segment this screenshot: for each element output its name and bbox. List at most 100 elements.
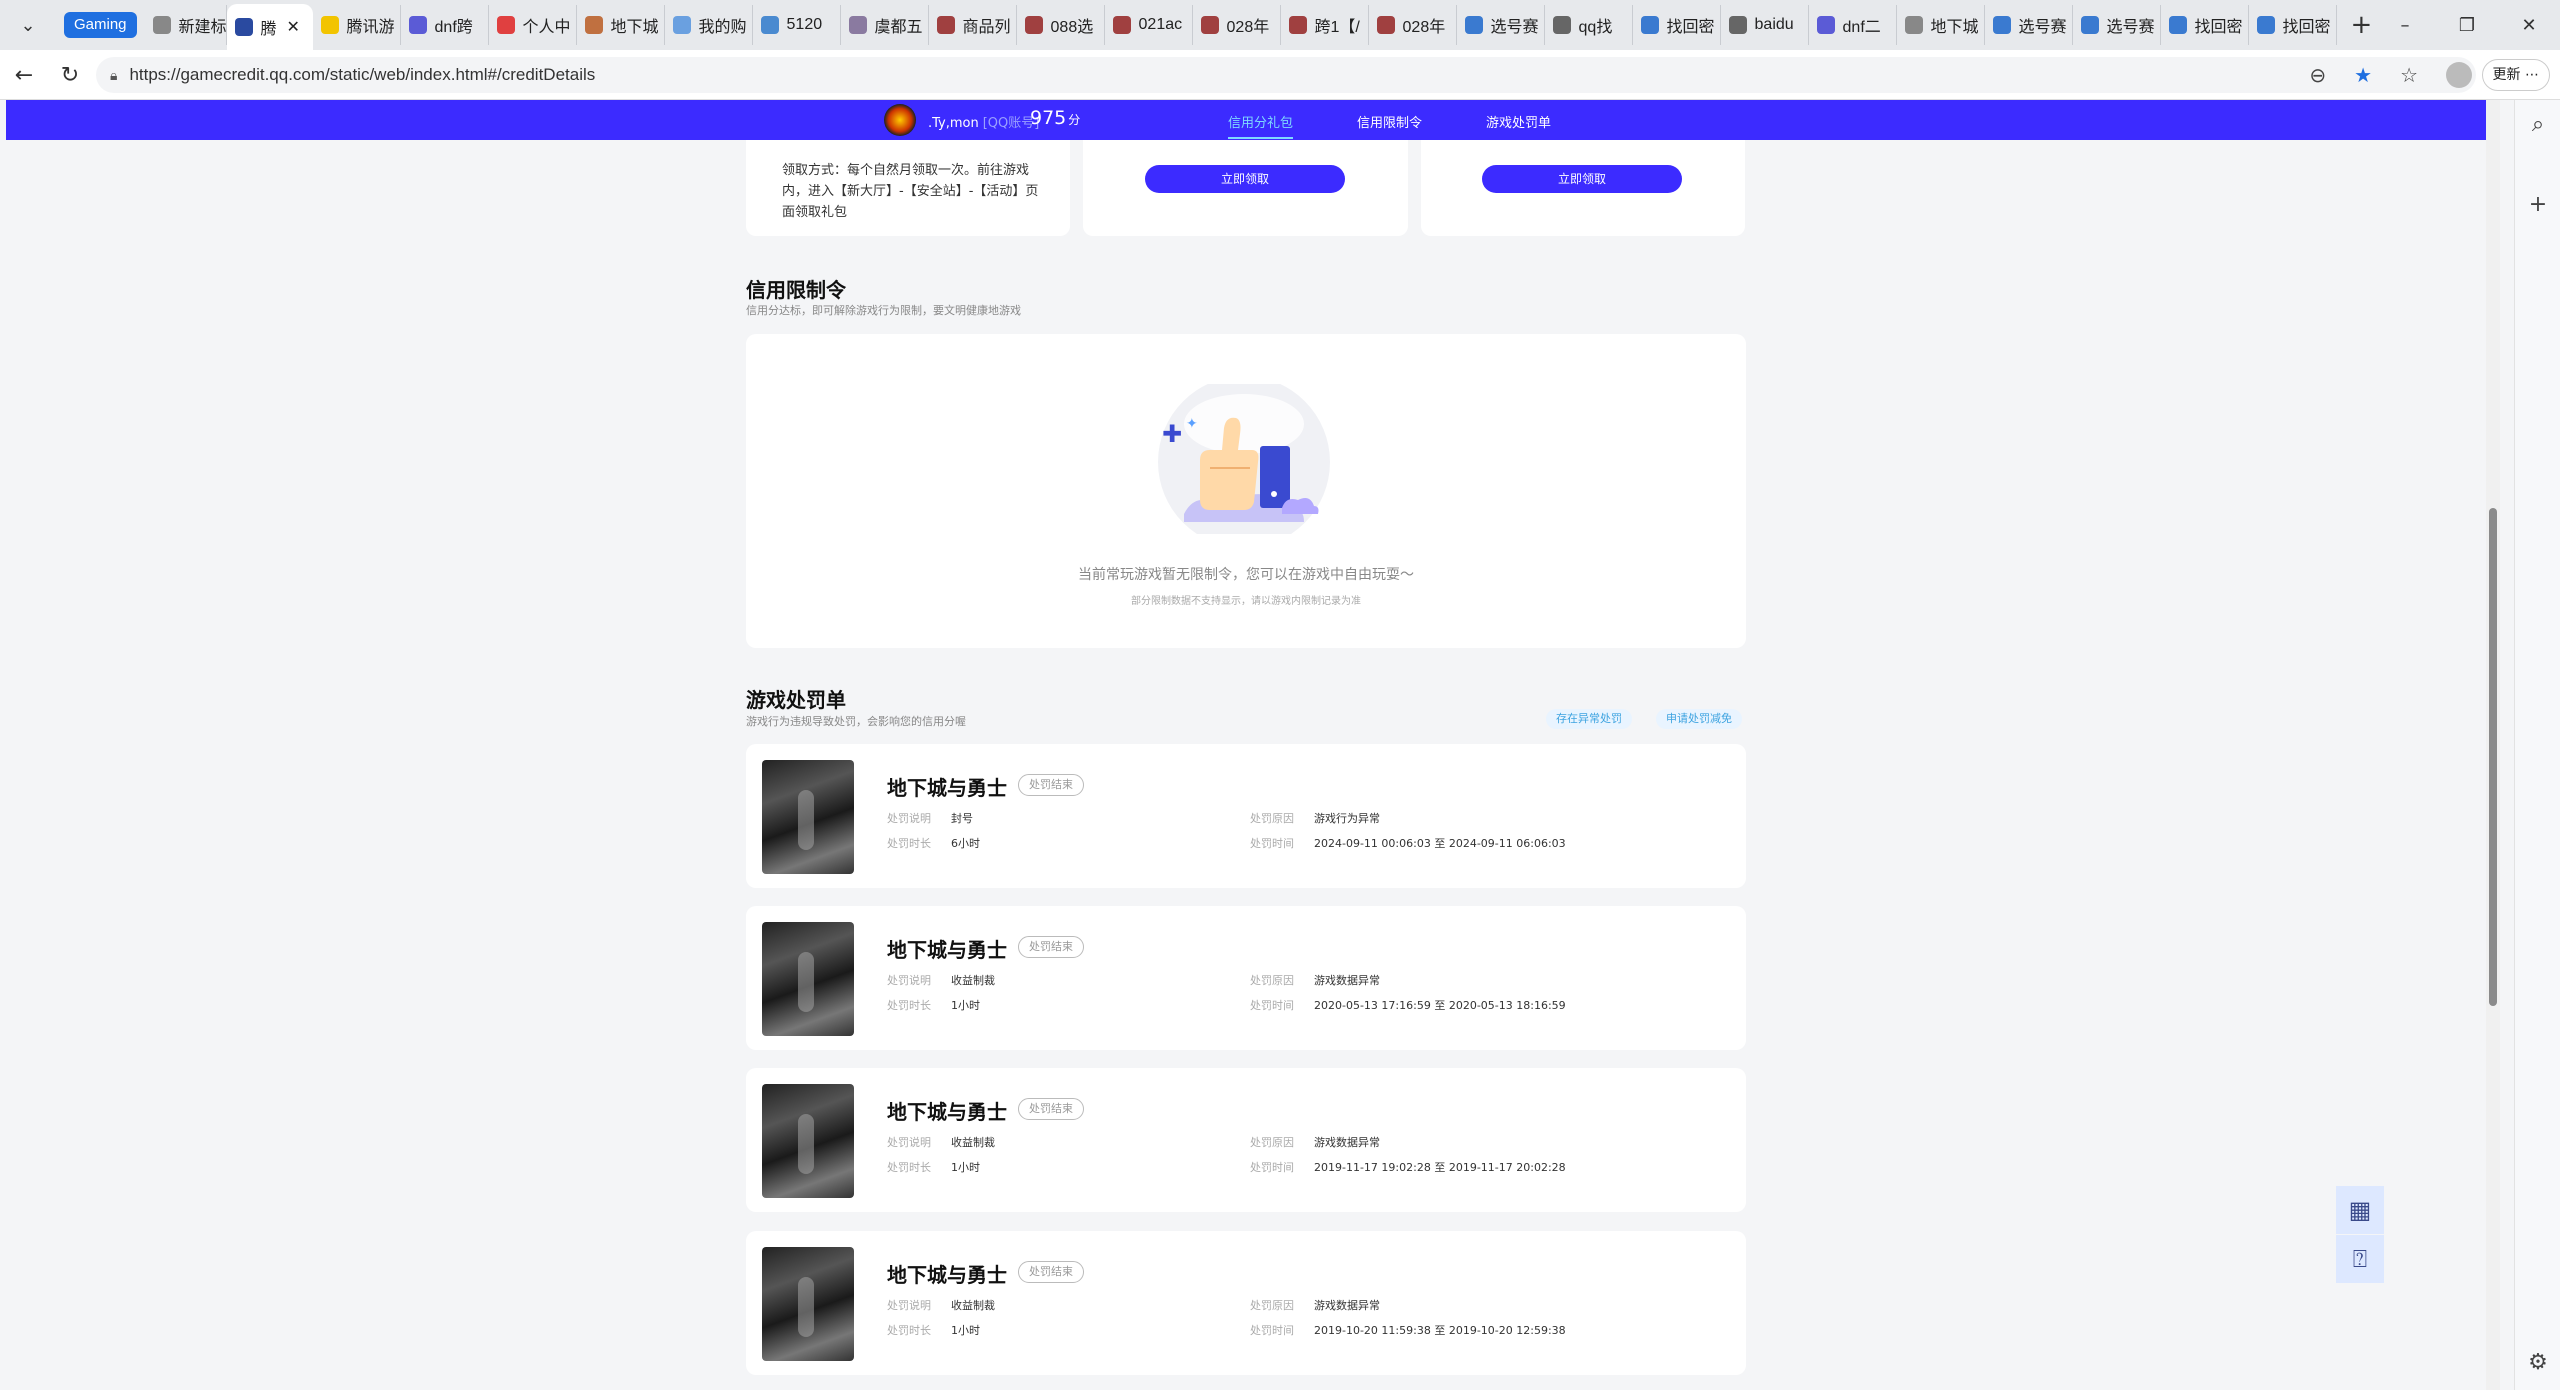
tab-label: 地下城 — [1930, 19, 1979, 36]
browser-tab[interactable]: dnf二 — [1809, 5, 1897, 45]
tab-label: dnf二 — [1842, 19, 1881, 36]
tab-favicon-icon — [760, 16, 779, 34]
browser-tab[interactable]: 找回密 — [2249, 5, 2337, 45]
tab-label: 腾 — [260, 21, 277, 38]
add-sidebar-plus-icon[interactable]: + — [2515, 192, 2560, 217]
new-tab-plus-icon[interactable]: + — [2351, 10, 2373, 40]
site-info-icon[interactable]: 🔒︎ — [110, 67, 117, 84]
browser-tab[interactable]: dnf跨 — [401, 5, 489, 45]
tab-label: 地下城 — [610, 19, 659, 36]
url-text: https://gamecredit.qq.com/static/web/ind… — [129, 65, 596, 84]
tab-label: 088选 — [1050, 19, 1094, 36]
claim-button[interactable]: 立即领取 — [1482, 165, 1682, 193]
browser-tab[interactable]: 地下城 — [577, 5, 665, 45]
exception-penalty-button[interactable]: 存在异常处罚 — [1546, 709, 1632, 729]
feedback-icon[interactable]: ⍰ — [2336, 1235, 2384, 1283]
kv-value: 1小时 — [951, 1161, 980, 1174]
browser-tab[interactable]: baidu — [1721, 5, 1809, 45]
browser-tab[interactable]: 虞都五 — [841, 5, 929, 45]
page-content: .Ty,mon [QQ账号] 975 分 信用分礼包 信用限制令 游戏处罚单 领取方… — [0, 100, 2486, 1390]
claim-button[interactable]: 立即领取 — [1145, 165, 1345, 193]
user-name: .Ty,mon — [928, 116, 979, 131]
favorite-star-icon[interactable]: ★ — [2354, 63, 2372, 87]
kv-value: 游戏行为异常 — [1314, 812, 1380, 825]
penalty-duration: 处罚时长 1小时 — [887, 997, 980, 1013]
tab-credit-gift[interactable]: 信用分礼包 — [1228, 112, 1294, 139]
kv-label: 处罚时长 — [887, 999, 931, 1012]
tab-label: 找回密 — [1666, 19, 1715, 36]
address-bar: ← ↻ 🔒︎ https://gamecredit.qq.com/static/… — [0, 50, 2560, 100]
page-scrollbar[interactable] — [2486, 100, 2500, 1390]
penalty-game-title: 地下城与勇士 — [887, 1100, 1007, 1124]
search-icon[interactable]: ⌕ — [2515, 112, 2560, 137]
browser-tab[interactable]: 商品列 — [929, 5, 1017, 45]
url-field[interactable]: 🔒︎ https://gamecredit.qq.com/static/web/… — [96, 57, 2476, 93]
penalty-title: 游戏处罚单 — [746, 688, 846, 712]
browser-tab[interactable]: 021ac — [1105, 5, 1193, 45]
qr-code-icon[interactable]: ▦ — [2336, 1186, 2384, 1234]
restriction-empty-text: 当前常玩游戏暂无限制令，您可以在游戏中自由玩耍～ — [1078, 567, 1414, 583]
browser-tab[interactable]: 找回密 — [1633, 5, 1721, 45]
scrollbar-thumb[interactable] — [2489, 508, 2497, 1006]
penalty-desc: 处罚说明 封号 — [887, 810, 973, 826]
browser-tab[interactable]: 个人中 — [489, 5, 577, 45]
apply-reduction-button[interactable]: 申请处罚减免 — [1656, 709, 1742, 729]
browser-tab[interactable]: 找回密 — [2161, 5, 2249, 45]
tab-label: 找回密 — [2194, 19, 2243, 36]
close-tab-icon[interactable]: ✕ — [287, 17, 300, 37]
profile-avatar-icon[interactable] — [2446, 62, 2472, 88]
tab-favicon-icon — [1640, 16, 1659, 34]
browser-sidebar: ⌕ + ⚙ — [2514, 100, 2560, 1390]
credit-score: 975 分 — [1030, 107, 1080, 129]
browser-tab[interactable]: 选号赛 — [1457, 5, 1545, 45]
browser-tab[interactable]: 选号赛 — [1985, 5, 2073, 45]
kv-label: 处罚时间 — [1250, 1324, 1294, 1337]
kv-label: 处罚原因 — [1250, 974, 1294, 987]
tab-list-chevron-icon[interactable]: ⌄ — [6, 6, 50, 44]
browser-tab[interactable]: qq找 — [1545, 5, 1633, 45]
penalty-time: 处罚时间 2019-10-20 11:59:38 至 2019-10-20 12:… — [1250, 1322, 1566, 1338]
gift-card-1: 领取方式：每个自然月领取一次。前往游戏内，进入【新大厅】-【安全站】-【活动】页… — [746, 140, 1070, 236]
gift-card-3: 立即领取 — [1421, 140, 1745, 236]
browser-tab[interactable]: 跨1【/ — [1281, 5, 1369, 45]
settings-gear-icon[interactable]: ⚙ — [2515, 1350, 2560, 1375]
browser-tab[interactable]: 新建标 — [145, 5, 227, 45]
gaming-badge[interactable]: Gaming — [64, 12, 137, 38]
restriction-empty-card: ✚ ✦ 当前常玩游戏暂无限制令，您可以在游戏中自由玩耍～ 部分限制数据不支持显示… — [746, 334, 1746, 648]
tab-favicon-icon — [1728, 16, 1747, 34]
browser-tab[interactable]: 地下城 — [1897, 5, 1985, 45]
credit-score-value: 975 — [1030, 107, 1067, 129]
browser-tab[interactable]: 028年 — [1369, 5, 1457, 45]
close-window-icon[interactable]: ✕ — [2498, 0, 2560, 50]
browser-tab[interactable]: 088选 — [1017, 5, 1105, 45]
browser-tab[interactable]: 腾 ✕ — [226, 4, 313, 50]
restore-icon[interactable]: ❐ — [2436, 0, 2498, 50]
tab-favicon-icon — [496, 16, 515, 34]
tab-favicon-icon — [2256, 16, 2275, 34]
svg-text:✦: ✦ — [1186, 416, 1198, 432]
user-avatar — [884, 104, 916, 136]
browser-tab[interactable]: 028年 — [1193, 5, 1281, 45]
minimize-icon[interactable]: – — [2374, 0, 2436, 50]
kv-value: 游戏数据异常 — [1314, 1136, 1380, 1149]
back-arrow-icon[interactable]: ← — [2, 55, 46, 95]
tab-credit-restriction[interactable]: 信用限制令 — [1357, 112, 1422, 139]
tab-favicon-icon — [2168, 16, 2187, 34]
game-cover-image — [762, 760, 854, 874]
penalty-time: 处罚时间 2024-09-11 00:06:03 至 2024-09-11 06:… — [1250, 835, 1566, 851]
penalty-reason: 处罚原因 游戏数据异常 — [1250, 972, 1380, 988]
browser-tab[interactable]: 选号赛 — [2073, 5, 2161, 45]
browser-tab[interactable]: 我的购 — [665, 5, 753, 45]
browser-tab[interactable]: 5120 — [753, 5, 841, 45]
penalty-time: 处罚时间 2020-05-13 17:16:59 至 2020-05-13 18:… — [1250, 997, 1566, 1013]
browser-tab[interactable]: 腾讯游 — [313, 5, 401, 45]
update-button[interactable]: 更新 ⋯ — [2481, 59, 2550, 91]
tab-game-penalty[interactable]: 游戏处罚单 — [1486, 112, 1551, 139]
kv-label: 处罚说明 — [887, 812, 931, 825]
favorites-list-icon[interactable]: ☆ — [2400, 63, 2418, 87]
refresh-icon[interactable]: ↻ — [48, 55, 92, 95]
zoom-icon[interactable]: ⊖ — [2309, 63, 2326, 87]
gift-method-text: 领取方式：每个自然月领取一次。前往游戏内，进入【新大厅】-【安全站】-【活动】页… — [782, 163, 1039, 220]
penalty-card: 地下城与勇士 处罚结束 处罚说明 封号 处罚时长 6小时 处罚原因 游戏行为异常 处罚… — [746, 744, 1746, 888]
kv-value: 游戏数据异常 — [1314, 1299, 1380, 1312]
